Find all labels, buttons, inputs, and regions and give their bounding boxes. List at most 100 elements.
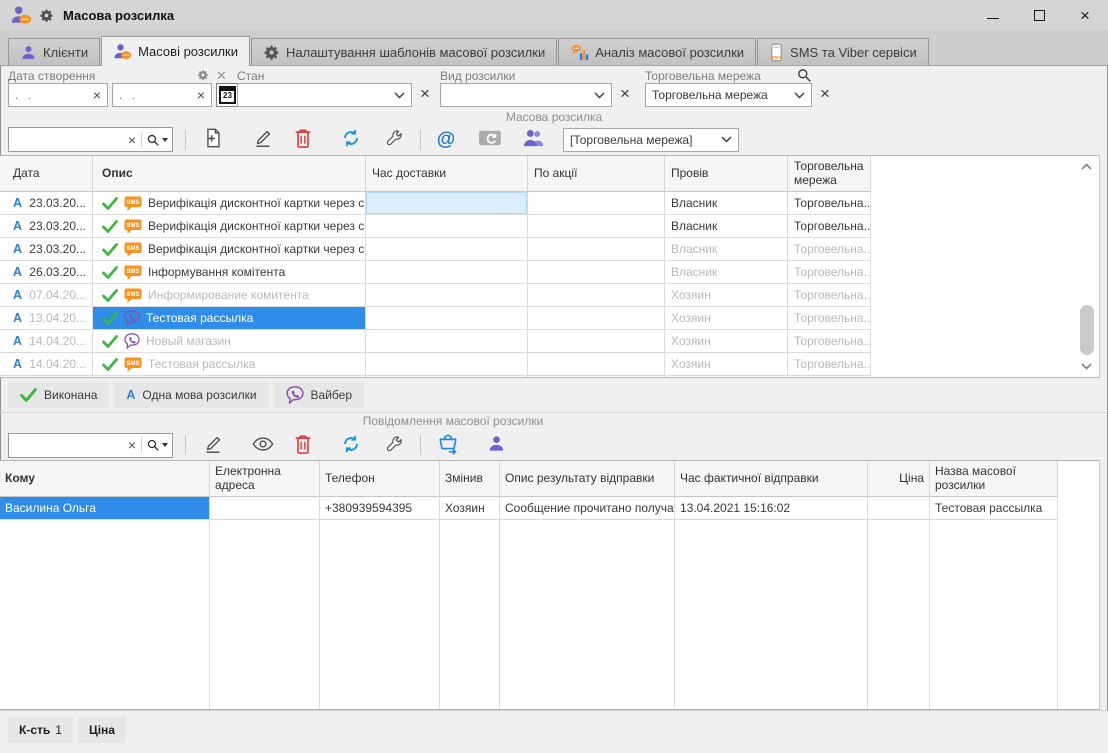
search-icon[interactable]: [146, 133, 168, 147]
scroll-thumb[interactable]: [1080, 305, 1094, 355]
tab-sms-viber-services[interactable]: SMS SMS та Viber сервіси: [757, 38, 929, 65]
mailing-table-row[interactable]: A23.03.20...SMSВерифікація дисконтної ка…: [0, 192, 1099, 215]
close-button[interactable]: ×: [1062, 0, 1108, 30]
count-badge[interactable]: К-сть1: [8, 717, 73, 743]
date-cell[interactable]: A23.03.20...: [0, 238, 93, 261]
refresh-button[interactable]: [338, 127, 364, 153]
description-cell[interactable]: SMSТестовая рассылка: [93, 353, 366, 376]
network-dropdown[interactable]: [Торговельна мережа]: [563, 128, 739, 152]
delivery-time-cell[interactable]: [366, 261, 528, 284]
maximize-button[interactable]: [1016, 0, 1062, 30]
vertical-scrollbar[interactable]: [1078, 159, 1096, 374]
column-header[interactable]: Кому: [0, 461, 210, 497]
delivery-time-cell[interactable]: [366, 353, 528, 376]
delivery-time-cell[interactable]: [366, 238, 528, 261]
promo-cell[interactable]: [528, 353, 665, 376]
network-select[interactable]: Торговельна мережа: [645, 83, 812, 107]
date-filter-clear-icon[interactable]: ✕: [216, 68, 227, 84]
description-cell[interactable]: SMSВерифікація дисконтної картки через с…: [93, 238, 366, 261]
delete-mailing-button[interactable]: [290, 127, 316, 153]
search-input[interactable]: [15, 438, 123, 452]
network-cell[interactable]: Торговельна...: [788, 192, 871, 215]
promo-cell[interactable]: [528, 330, 665, 353]
description-cell[interactable]: SMSИнформирование комитента: [93, 284, 366, 307]
view-message-button[interactable]: [250, 432, 276, 458]
send-email-button[interactable]: @: [433, 127, 459, 153]
date-to-input[interactable]: . . ×: [112, 83, 212, 107]
clear-search-icon[interactable]: ×: [123, 132, 141, 148]
column-header-description[interactable]: Опис: [93, 156, 366, 192]
mailing-table-row[interactable]: A14.04.20...Новый магазинХозяинТорговель…: [0, 330, 1099, 353]
edit-message-button[interactable]: [200, 432, 226, 458]
recipient-button[interactable]: [483, 432, 509, 458]
clear-search-icon[interactable]: ×: [123, 437, 141, 453]
state-select[interactable]: [237, 83, 412, 107]
network-cell[interactable]: Торговельна...: [788, 353, 871, 376]
column-header-promo[interactable]: По акції: [528, 156, 665, 192]
column-header[interactable]: Опис результату відправки: [500, 461, 675, 497]
conducted-by-cell[interactable]: Власник: [665, 215, 788, 238]
promo-cell[interactable]: [528, 238, 665, 261]
network-cell[interactable]: Торговельна...: [788, 261, 871, 284]
message-cell[interactable]: [868, 497, 930, 520]
date-cell[interactable]: A07.04.20...: [0, 284, 93, 307]
delivery-time-cell[interactable]: [366, 215, 528, 238]
tab-template-settings[interactable]: Налаштування шаблонів масової розсилки: [251, 38, 557, 65]
conducted-by-cell[interactable]: Хозяин: [665, 284, 788, 307]
promo-cell[interactable]: [528, 215, 665, 238]
column-header-conducted-by[interactable]: Провів: [665, 156, 788, 192]
search-input[interactable]: [15, 133, 123, 147]
column-header[interactable]: Телефон: [320, 461, 440, 497]
network-cell[interactable]: Торговельна...: [788, 238, 871, 261]
conducted-by-cell[interactable]: Власник: [665, 238, 788, 261]
message-cell[interactable]: +380939594395: [320, 497, 440, 520]
clear-date-from-icon[interactable]: ×: [93, 88, 101, 102]
state-clear-icon[interactable]: ×: [420, 85, 430, 102]
network-cell[interactable]: Торговельна...: [788, 307, 871, 330]
mailing-table-row[interactable]: A23.03.20...SMSВерифікація дисконтної ка…: [0, 238, 1099, 261]
edit-mailing-button[interactable]: [250, 127, 276, 153]
description-cell[interactable]: SMSВерифікація дисконтної картки через с…: [93, 215, 366, 238]
mailing-table-row[interactable]: A07.04.20...SMSИнформирование комитента Х…: [0, 284, 1099, 307]
mailing-table-row[interactable]: A13.04.20...Тестовая рассылкаХозяинТорго…: [0, 307, 1099, 330]
date-cell[interactable]: A23.03.20...: [0, 215, 93, 238]
delivery-time-cell[interactable]: [366, 284, 528, 307]
add-mailing-button[interactable]: [200, 127, 226, 153]
delivery-time-cell[interactable]: [366, 192, 528, 215]
clear-date-to-icon[interactable]: ×: [197, 88, 205, 102]
column-header[interactable]: Електронна адреса: [210, 461, 320, 497]
network-clear-icon[interactable]: ×: [820, 85, 830, 102]
refresh-button[interactable]: [338, 432, 364, 458]
delete-message-button[interactable]: [290, 432, 316, 458]
message-cell[interactable]: Хозяин: [440, 497, 500, 520]
message-cell[interactable]: Сообщение прочитано получателем: [500, 497, 675, 520]
network-search-icon[interactable]: [796, 67, 812, 83]
date-cell[interactable]: A23.03.20...: [0, 192, 93, 215]
mailing-table-row[interactable]: A14.04.20...SMSТестовая рассылкаХозяинТо…: [0, 353, 1099, 376]
column-header[interactable]: Ціна: [868, 461, 930, 497]
mailing-table-row[interactable]: A23.03.20...SMSВерифікація дисконтної ка…: [0, 215, 1099, 238]
scroll-down-icon[interactable]: [1081, 363, 1092, 370]
messages-searchbox[interactable]: ×: [8, 433, 173, 458]
message-cell[interactable]: Василина Ольга: [0, 497, 210, 520]
search-icon[interactable]: [146, 438, 168, 452]
description-cell[interactable]: Тестовая рассылка: [93, 307, 366, 330]
tab-mass-mailings[interactable]: Масові розсилки: [101, 36, 250, 66]
conducted-by-cell[interactable]: Власник: [665, 192, 788, 215]
column-header-date[interactable]: Дата: [0, 156, 93, 192]
date-from-input[interactable]: . . ×: [8, 83, 108, 107]
conducted-by-cell[interactable]: Хозяин: [665, 330, 788, 353]
column-header[interactable]: Назва масової розсилки: [930, 461, 1058, 497]
network-cell[interactable]: Торговельна...: [788, 215, 871, 238]
delivery-time-cell[interactable]: [366, 307, 528, 330]
price-badge[interactable]: Ціна: [78, 717, 126, 743]
date-cell[interactable]: A14.04.20...: [0, 330, 93, 353]
scroll-up-icon[interactable]: [1081, 163, 1092, 170]
date-cell[interactable]: A26.03.20...: [0, 261, 93, 284]
conducted-by-cell[interactable]: Хозяин: [665, 353, 788, 376]
kind-clear-icon[interactable]: ×: [620, 85, 630, 102]
tab-clients[interactable]: Клієнти: [8, 38, 100, 65]
mailing-table-row[interactable]: A26.03.20...SMSІнформування комітентаВла…: [0, 261, 1099, 284]
basket-export-button[interactable]: [435, 432, 461, 458]
message-cell[interactable]: 13.04.2021 15:16:02: [675, 497, 868, 520]
